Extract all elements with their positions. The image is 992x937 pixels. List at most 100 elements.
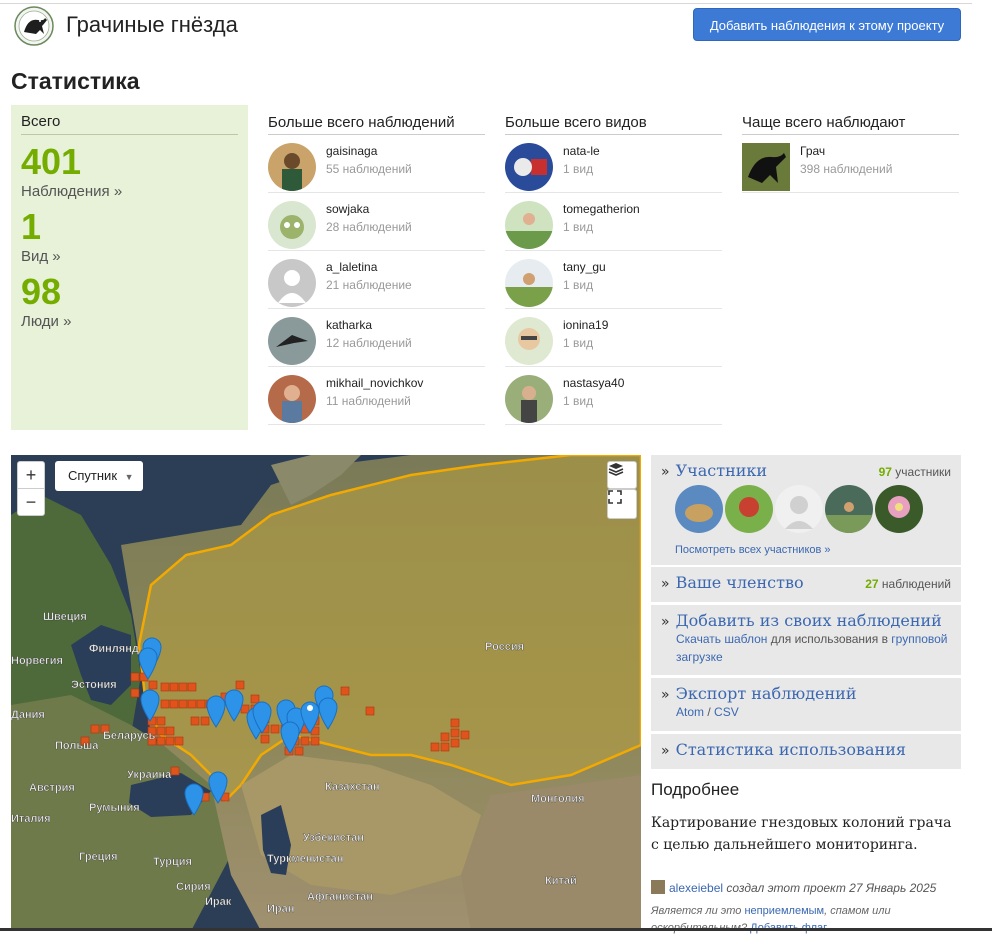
avatar[interactable] (268, 259, 316, 307)
list-item[interactable]: ionina19 1 вид (505, 309, 722, 367)
list-item[interactable]: tany_gu 1 вид (505, 251, 722, 309)
list-item[interactable]: katharka 12 наблюдений (268, 309, 485, 367)
top-observers-column: Больше всего наблюдений gaisinaga 55 наб… (268, 114, 485, 425)
avatar[interactable] (875, 485, 923, 533)
zoom-in-button[interactable]: + (18, 462, 44, 488)
map-label-kazakhstan: Казахстан (325, 781, 380, 793)
people-link[interactable]: Люди » (21, 313, 238, 330)
avatar[interactable] (268, 375, 316, 423)
observations-count[interactable]: 401 (21, 143, 238, 181)
avatar[interactable] (675, 485, 723, 533)
map-label-turkey: Турция (153, 856, 192, 868)
list-item[interactable]: a_laletina 21 наблюдение (268, 251, 485, 309)
species-photo[interactable] (742, 143, 790, 191)
user-count: 1 вид (563, 394, 594, 408)
list-item[interactable]: nastasya40 1 вид (505, 367, 722, 425)
avatar[interactable] (505, 201, 553, 249)
chevron-down-icon: ▼ (124, 472, 134, 482)
observations-link[interactable]: Наблюдения » (21, 183, 238, 200)
avatar[interactable] (505, 375, 553, 423)
list-item[interactable]: mikhail_novichkov 11 наблюдений (268, 367, 485, 425)
chevron-right-icon: » (661, 687, 670, 703)
fullscreen-icon[interactable] (607, 489, 637, 519)
user-name[interactable]: ionina19 (563, 318, 608, 332)
add-from-text: Скачать шаблон для использования в групп… (676, 632, 948, 664)
project-description: Картирование гнездовых колоний грача с ц… (651, 815, 952, 853)
zoom-out-button[interactable]: − (18, 489, 44, 515)
add-from-title[interactable]: » Добавить из своих наблюдений (661, 611, 951, 630)
user-name[interactable]: nastasya40 (563, 376, 624, 390)
see-all-members-link[interactable]: Посмотреть всех участников » (675, 544, 831, 556)
user-name[interactable]: katharka (326, 318, 372, 332)
top-observers-heading: Больше всего наблюдений (268, 114, 485, 135)
project-logo-icon[interactable] (12, 6, 56, 46)
group-upload-link[interactable]: групповой (891, 632, 947, 646)
map-label-poland: Польша (55, 740, 99, 752)
avatar[interactable] (825, 485, 873, 533)
user-count: 28 наблюдений (326, 220, 412, 234)
map-label-china: Китай (545, 875, 577, 887)
user-count: 21 наблюдение (326, 278, 412, 292)
user-count: 55 наблюдений (326, 162, 412, 176)
map-label-ukraine: Украина (127, 769, 172, 781)
usage-title[interactable]: » Статистика использования (661, 740, 951, 759)
avatar[interactable] (268, 143, 316, 191)
map-label-norway: Норвегия (11, 655, 63, 667)
map-label-afghanistan: Афганистан (307, 891, 373, 903)
usage-panel: » Статистика использования (651, 734, 961, 769)
creator-link[interactable]: alexeiebel (669, 881, 723, 895)
report-text: Является ли это неприемлемым, спамом или… (651, 903, 951, 937)
most-observed-column: Чаще всего наблюдают Грач 398 наблюдений (742, 114, 959, 193)
add-observations-button[interactable]: Добавить наблюдения к этому проекту (693, 8, 961, 41)
list-item[interactable]: nata-le 1 вид (505, 135, 722, 193)
members-panel: » Участники 97 участники Посмотреть всех … (651, 455, 961, 565)
user-name[interactable]: tany_gu (563, 260, 606, 274)
avatar[interactable] (505, 317, 553, 365)
people-count[interactable]: 98 (21, 273, 238, 311)
map-label-romania: Румыния (89, 802, 140, 814)
avatar[interactable] (268, 201, 316, 249)
species-count[interactable]: 1 (21, 208, 238, 246)
list-item[interactable]: Грач 398 наблюдений (742, 135, 959, 193)
avatar[interactable] (505, 143, 553, 191)
layers-icon[interactable] (607, 461, 637, 489)
species-name[interactable]: Грач (800, 144, 825, 158)
user-name[interactable]: tomegatherion (563, 202, 640, 216)
avatar[interactable] (268, 317, 316, 365)
species-link[interactable]: Вид » (21, 248, 238, 265)
creator-avatar[interactable] (651, 880, 665, 894)
inappropriate-link[interactable]: неприемлемым (744, 905, 824, 917)
chevron-right-icon: » (661, 576, 670, 592)
export-links: Atom / CSV (676, 705, 739, 719)
download-template-link[interactable]: Скачать шаблон (676, 632, 767, 646)
user-name[interactable]: nata-le (563, 144, 600, 158)
export-atom-link[interactable]: Atom (676, 705, 704, 719)
user-name[interactable]: sowjaka (326, 202, 369, 216)
user-name[interactable]: a_laletina (326, 260, 377, 274)
user-name[interactable]: gaisinaga (326, 144, 377, 158)
user-count: 1 вид (563, 336, 594, 350)
user-count: 11 наблюдений (326, 394, 411, 408)
export-csv-link[interactable]: CSV (714, 705, 739, 719)
user-count: 1 вид (563, 278, 594, 292)
map-label-mongolia: Монголия (531, 793, 585, 805)
map-label-russia: Россия (485, 641, 524, 653)
avatar[interactable] (775, 485, 823, 533)
chevron-right-icon: » (661, 614, 670, 630)
avatar[interactable] (505, 259, 553, 307)
list-item[interactable]: sowjaka 28 наблюдений (268, 193, 485, 251)
map-canvas[interactable]: Швеция Финлянд Норвегия Эстония Дания Бе… (11, 455, 641, 931)
member-avatars (675, 485, 925, 533)
export-title[interactable]: » Экспорт наблюдений (661, 684, 951, 703)
map-type-select[interactable]: Спутник ▼ (55, 461, 143, 491)
members-count: 97 участники (878, 465, 951, 479)
project-title[interactable]: Грачиные гнёзда (66, 12, 238, 38)
user-name[interactable]: mikhail_novichkov (326, 376, 423, 390)
upload-link[interactable]: загрузке (676, 650, 723, 664)
avatar[interactable] (725, 485, 773, 533)
map-label-sweden: Швеция (43, 611, 87, 623)
list-item[interactable]: gaisinaga 55 наблюдений (268, 135, 485, 193)
list-item[interactable]: tomegatherion 1 вид (505, 193, 722, 251)
observations-map[interactable]: Швеция Финлянд Норвегия Эстония Дания Бе… (11, 455, 641, 931)
map-type-label: Спутник (68, 468, 118, 483)
